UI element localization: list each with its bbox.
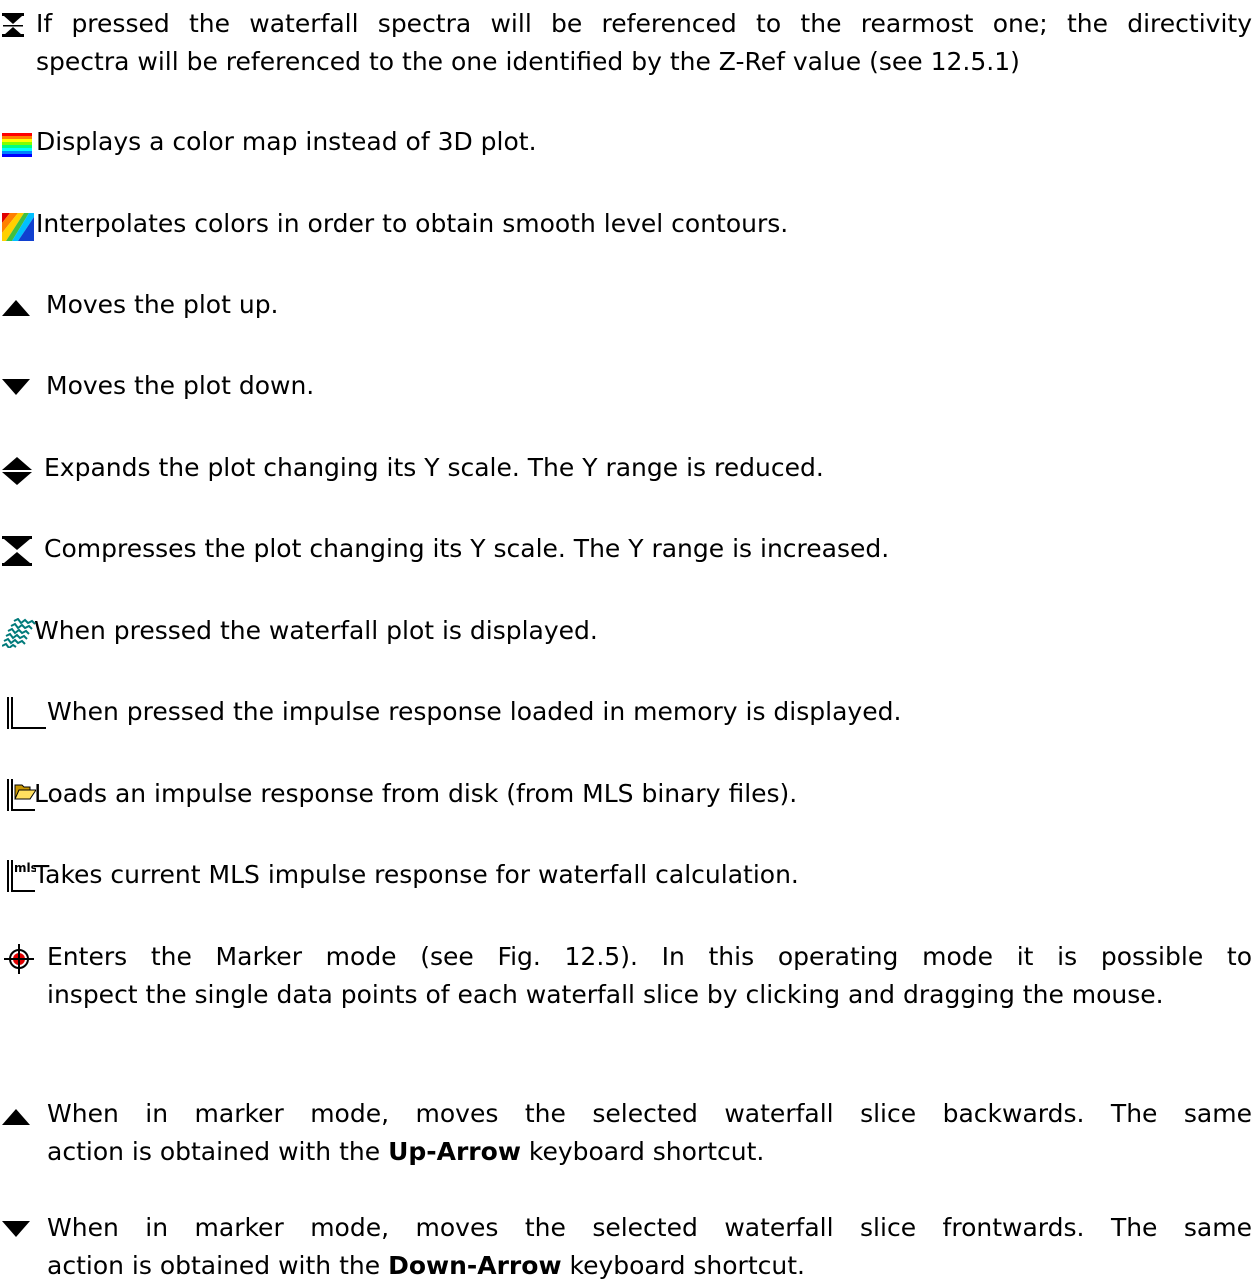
shortcut-up-arrow: Up-Arrow	[388, 1137, 521, 1166]
description-marker-mode: Enters the Marker mode (see Fig. 12.5). …	[0, 938, 1252, 1014]
impulse-response-icon	[7, 697, 46, 729]
load-impulse-icon	[7, 779, 36, 811]
arrow-up-icon	[2, 300, 30, 316]
description-slice-frontwards: When in marker mode, moves the selected …	[0, 1209, 1252, 1285]
waterfall-icon	[2, 618, 36, 648]
color-map-icon	[2, 133, 32, 157]
description-expand: Expands the plot changing its Y scale. T…	[0, 449, 1252, 487]
description-reference: If pressed the waterfall spectra will be…	[0, 5, 1252, 81]
arrow-down-icon	[2, 1221, 30, 1237]
reference-icon	[2, 13, 24, 37]
arrow-up-icon	[2, 1109, 30, 1125]
mls-impulse-icon: mls	[7, 860, 36, 892]
shortcut-down-arrow: Down-Arrow	[388, 1251, 562, 1280]
description-interpolate-colors: Interpolates colors in order to obtain s…	[0, 205, 1252, 243]
interpolate-colors-icon	[2, 213, 34, 241]
svg-text:mls: mls	[14, 861, 36, 875]
description-load-impulse: Loads an impulse response from disk (fro…	[0, 775, 1252, 813]
arrow-down-icon	[2, 379, 30, 395]
compress-icon	[2, 536, 32, 566]
marker-icon	[4, 944, 34, 974]
description-color-map: Displays a color map instead of 3D plot.	[0, 123, 1252, 161]
description-waterfall: When pressed the waterfall plot is displ…	[0, 612, 1252, 650]
description-compress: Compresses the plot changing its Y scale…	[0, 530, 1252, 568]
description-mls-impulse: mls Takes current MLS impulse response f…	[0, 856, 1252, 894]
description-plot-up: Moves the plot up.	[0, 286, 1252, 324]
description-plot-down: Moves the plot down.	[0, 367, 1252, 405]
description-slice-backwards: When in marker mode, moves the selected …	[0, 1095, 1252, 1171]
expand-icon	[2, 457, 32, 485]
description-impulse-response: When pressed the impulse response loaded…	[0, 693, 1252, 731]
